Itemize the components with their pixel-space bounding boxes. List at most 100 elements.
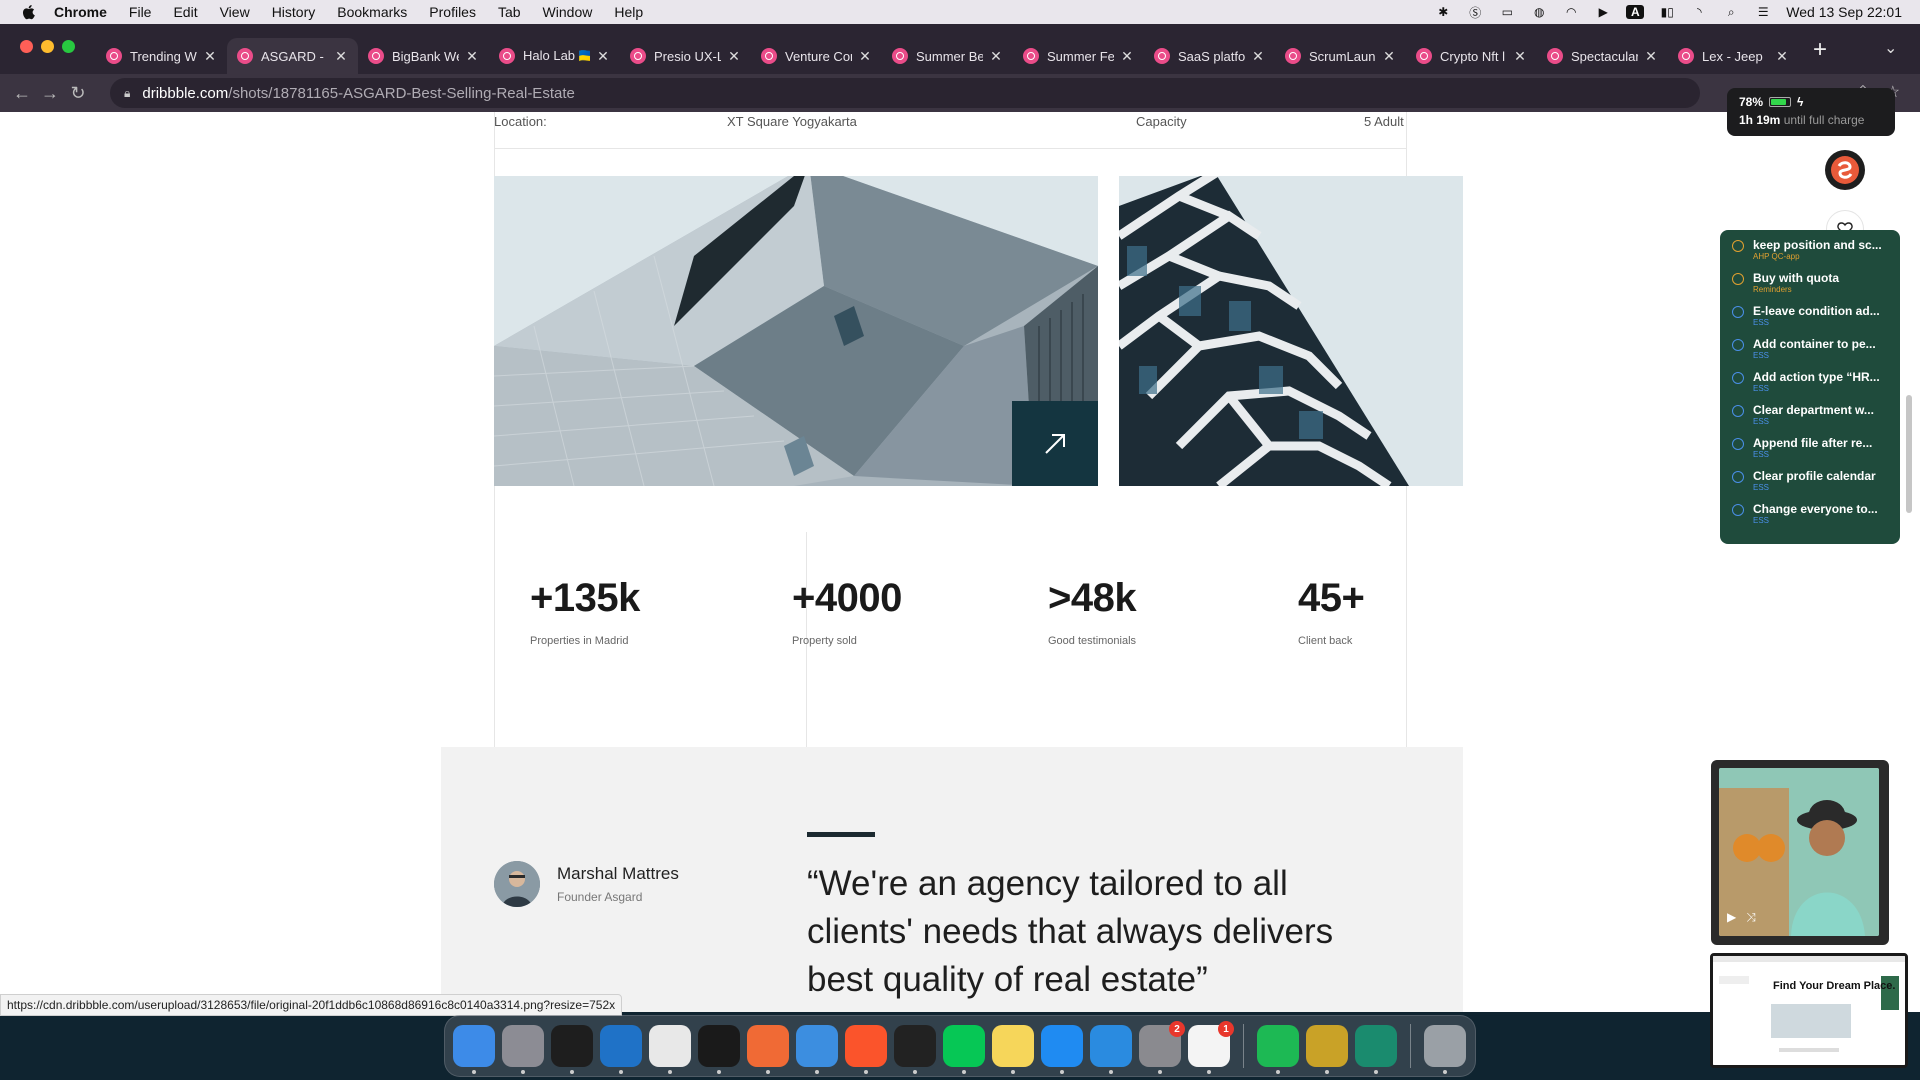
close-tab-icon[interactable]: ✕ [1775,48,1789,65]
reminders-icon[interactable]: 1 [1188,1021,1234,1074]
control-center-icon[interactable]: ☰ [1754,5,1772,19]
system-settings-icon[interactable]: 2 [1139,1021,1185,1074]
reminder-checkbox-icon[interactable] [1732,372,1744,384]
back-arrow-icon[interactable]: ← [8,83,36,104]
close-tab-icon[interactable]: ✕ [1382,48,1396,65]
figma-icon[interactable] [551,1025,593,1074]
launchpad-icon[interactable] [502,1025,544,1074]
close-tab-icon[interactable]: ✕ [1120,48,1134,65]
reminder-item[interactable]: keep position and sc... AHP QC-app [1732,238,1900,262]
menubar-clock[interactable]: Wed 13 Sep 22:01 [1786,4,1902,20]
notes-icon[interactable] [992,1025,1034,1074]
vscode-insiders-icon[interactable] [1355,1025,1397,1074]
browser-tab[interactable]: ScrumLaun ✕ [1275,38,1406,74]
browser-tab[interactable]: BigBank We ✕ [358,38,489,74]
zoom-window-button[interactable] [62,40,75,53]
close-tab-icon[interactable]: ✕ [1513,48,1527,65]
terminal-icon[interactable] [698,1025,740,1074]
reminder-checkbox-icon[interactable] [1732,240,1744,252]
browser-tab[interactable]: ASGARD - B ✕ [227,38,358,74]
reminder-checkbox-icon[interactable] [1732,273,1744,285]
menu-help[interactable]: Help [614,4,643,20]
apple-menu-icon[interactable] [20,4,36,20]
reminder-checkbox-icon[interactable] [1732,471,1744,483]
reminder-checkbox-icon[interactable] [1732,504,1744,516]
vscode-icon[interactable] [600,1025,642,1074]
skype-status-icon[interactable]: Ⓢ [1466,5,1484,20]
lock-icon[interactable]: 🔒︎ [124,86,130,101]
video-pip-window[interactable]: ▶ ⤨ [1711,760,1889,945]
close-tab-icon[interactable]: ✕ [203,48,217,65]
close-tab-icon[interactable]: ✕ [1644,48,1658,65]
tab-search-chevron-icon[interactable]: ⌄ [1884,38,1897,58]
minimize-window-button[interactable] [41,40,54,53]
browser-tab[interactable]: Presio UX-L ✕ [620,38,751,74]
menu-edit[interactable]: Edit [173,4,197,20]
close-tab-icon[interactable]: ✕ [858,48,872,65]
building-image-angular[interactable] [494,176,1098,486]
close-tab-icon[interactable]: ✕ [989,48,1003,65]
reminder-checkbox-icon[interactable] [1732,405,1744,417]
reminder-item[interactable]: Clear profile calendar ESS [1732,469,1900,493]
open-arrow-icon[interactable] [1012,401,1098,486]
browser-tab[interactable]: Crypto Nft l ✕ [1406,38,1537,74]
chrome-icon[interactable] [649,1025,691,1074]
super-icon[interactable] [1306,1025,1348,1074]
reminder-item[interactable]: Add container to pe... ESS [1732,337,1900,361]
browser-tab[interactable]: Venture Cor ✕ [751,38,882,74]
xcode-icon[interactable] [1090,1025,1132,1074]
browser-tab[interactable]: Halo Lab 🇺🇦 ✕ [489,38,620,74]
shuffle-icon[interactable]: ⤨ [1746,910,1756,925]
menu-profiles[interactable]: Profiles [429,4,476,20]
brave-icon[interactable] [845,1025,887,1074]
address-bar[interactable]: 🔒︎ dribbble.com/shots/18781165-ASGARD-Be… [110,78,1700,108]
menu-view[interactable]: View [220,4,250,20]
reminder-item[interactable]: Change everyone to... ESS [1732,502,1900,526]
browser-tab[interactable]: Summer Be ✕ [882,38,1013,74]
reminder-item[interactable]: E-leave condition ad... ESS [1732,304,1900,328]
menu-file[interactable]: File [129,4,152,20]
wifi-status-icon[interactable]: ◝ [1690,5,1708,19]
display-status-icon[interactable]: ▭ [1498,5,1516,19]
close-tab-icon[interactable]: ✕ [596,48,610,65]
close-tab-icon[interactable]: ✕ [727,48,741,65]
trash-icon[interactable] [1424,1025,1466,1074]
close-tab-icon[interactable]: ✕ [465,48,479,65]
reminder-item[interactable]: Append file after re... ESS [1732,436,1900,460]
close-window-button[interactable] [20,40,33,53]
line-icon[interactable] [943,1025,985,1074]
browser-tab[interactable]: Trending We ✕ [96,38,227,74]
reminder-checkbox-icon[interactable] [1732,339,1744,351]
spotlight-search-icon[interactable]: ⌕ [1722,5,1740,19]
vpn-status-icon[interactable]: ◍ [1530,5,1548,19]
paw-icon[interactable] [747,1025,789,1074]
browser-tab[interactable]: SaaS platfo ✕ [1144,38,1275,74]
figma-status-icon[interactable]: ✱ [1434,5,1452,19]
input-source-icon[interactable]: A [1626,5,1645,19]
menu-app-name[interactable]: Chrome [54,4,107,20]
app-store-icon[interactable] [1041,1025,1083,1074]
spotify-icon[interactable] [1257,1025,1299,1074]
reminder-item[interactable]: Clear department w... ESS [1732,403,1900,427]
close-tab-icon[interactable]: ✕ [334,48,348,65]
reload-icon[interactable]: ↻ [64,83,92,104]
reminder-item[interactable]: Add action type “HR... ESS [1732,370,1900,394]
floating-app-logo-icon[interactable] [1825,150,1865,190]
menu-history[interactable]: History [272,4,316,20]
menu-tab[interactable]: Tab [498,4,521,20]
finder-icon[interactable] [453,1025,495,1074]
headphones-status-icon[interactable]: ◠ [1562,5,1580,19]
menu-bookmarks[interactable]: Bookmarks [337,4,407,20]
play-status-icon[interactable]: ▶ [1594,5,1612,19]
browser-tab[interactable]: Lex - Jeep ✕ [1668,38,1799,74]
building-image-lattice[interactable] [1119,176,1463,486]
page-scrollbar[interactable] [1906,395,1912,513]
browser-tab[interactable]: Summer Fe ✕ [1013,38,1144,74]
battery-status-icon[interactable]: ▮▯ [1658,5,1676,19]
reminder-checkbox-icon[interactable] [1732,306,1744,318]
safari-icon[interactable] [796,1025,838,1074]
menu-window[interactable]: Window [543,4,593,20]
page-thumbnail-preview[interactable]: Find Your Dream Place. [1710,953,1908,1068]
activity-monitor-icon[interactable] [894,1025,936,1074]
reminder-checkbox-icon[interactable] [1732,438,1744,450]
